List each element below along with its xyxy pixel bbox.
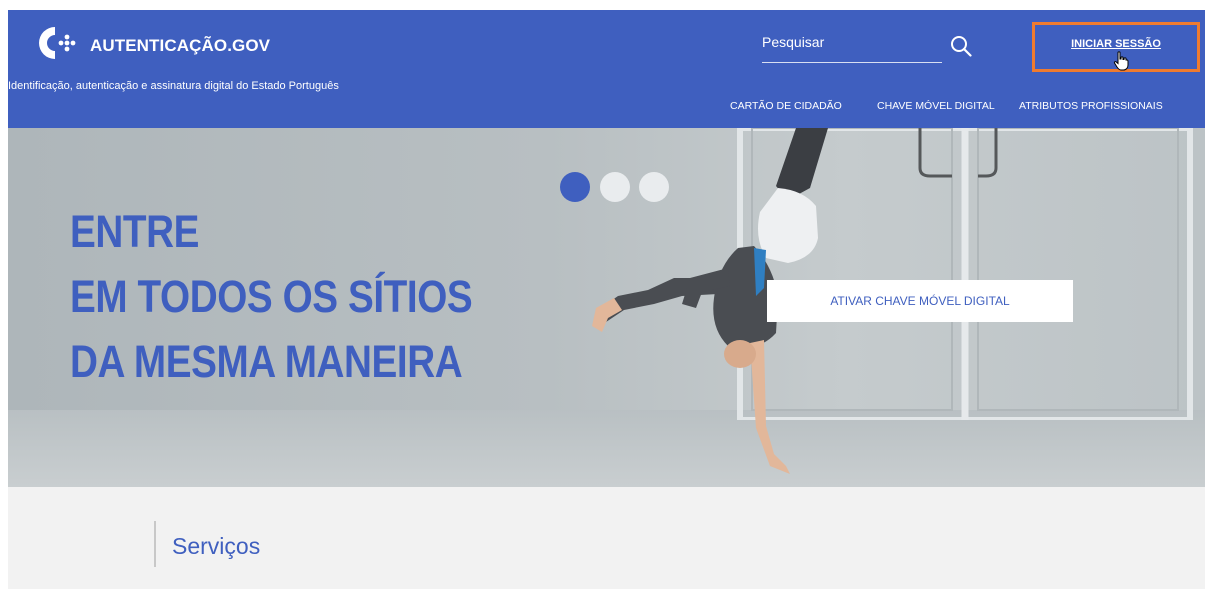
site-tagline: Identificação, autenticação e assinatura… — [8, 80, 339, 92]
nav-atributos-profissionais[interactable]: ATRIBUTOS PROFISSIONAIS — [1019, 100, 1163, 112]
site-header: AUTENTICAÇÃO.GOV Identificação, autentic… — [8, 10, 1205, 128]
hero-headline-line-2: EM TODOS OS SÍTIOS — [70, 271, 473, 322]
hero-banner: ENTRE EM TODOS OS SÍTIOS DA MESMA MANEIR… — [8, 128, 1205, 487]
hero-headline-line-3: DA MESMA MANEIRA — [70, 336, 463, 387]
site-logo-text[interactable]: AUTENTICAÇÃO.GOV — [90, 36, 270, 56]
logo-icon[interactable] — [36, 24, 80, 62]
hero-headline-line-1: ENTRE — [70, 206, 200, 257]
hand-cursor-icon — [1113, 51, 1129, 71]
nav-chave-movel-digital[interactable]: CHAVE MÓVEL DIGITAL — [877, 100, 995, 112]
page: AUTENTICAÇÃO.GOV Identificação, autentic… — [8, 10, 1205, 589]
services-section: Serviços — [8, 487, 1205, 589]
services-title-bar — [154, 521, 156, 567]
login-link[interactable]: INICIAR SESSÃO — [1035, 38, 1197, 50]
activate-cmd-button[interactable]: ATIVAR CHAVE MÓVEL DIGITAL — [767, 280, 1073, 322]
search-icon[interactable] — [950, 35, 972, 57]
login-highlight: INICIAR SESSÃO — [1032, 22, 1200, 72]
services-title: Serviços — [172, 533, 261, 559]
nav-cartao-cidadao[interactable]: CARTÃO DE CIDADÃO — [730, 100, 842, 112]
search-input[interactable]: Pesquisar — [762, 34, 824, 50]
search-underline — [762, 62, 942, 63]
